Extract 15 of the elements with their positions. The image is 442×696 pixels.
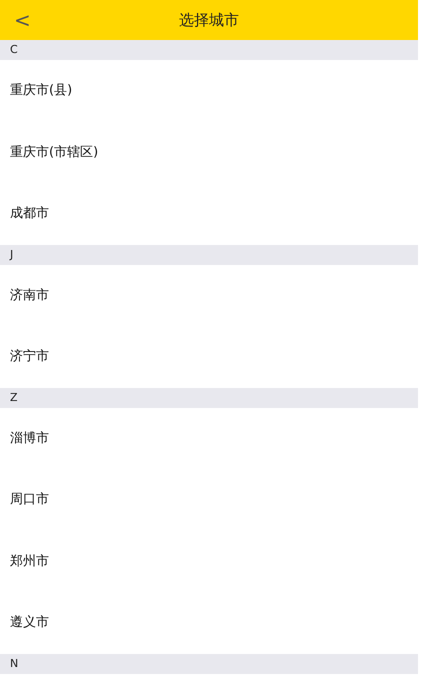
city-item[interactable]: 成都市	[0, 183, 418, 244]
section-header: J	[0, 244, 418, 264]
section-header: N	[0, 654, 418, 674]
city-item[interactable]: 遵义市	[0, 592, 418, 654]
page-title: 选择城市	[179, 10, 239, 30]
city-item[interactable]: 周口市	[0, 469, 418, 530]
city-item[interactable]: 重庆市(县)	[0, 60, 418, 122]
section-header: C	[0, 40, 418, 60]
section-header: Z	[0, 388, 418, 408]
city-item[interactable]: 济宁市	[0, 326, 418, 388]
city-item[interactable]: 淄博市	[0, 408, 418, 469]
back-button[interactable]: <	[8, 4, 37, 36]
city-item[interactable]: 郑州市	[0, 530, 418, 592]
city-item[interactable]: 重庆市(市辖区)	[0, 122, 418, 183]
city-item[interactable]: 济南市	[0, 264, 418, 326]
